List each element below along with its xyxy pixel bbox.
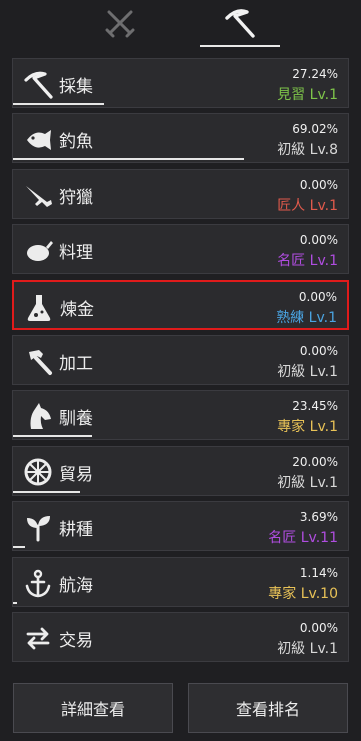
- skill-row[interactable]: 加工 0.00% 初級 Lv.1: [12, 334, 349, 385]
- skill-name: 採集: [59, 77, 93, 97]
- skill-progress-bar: [13, 435, 92, 438]
- skill-progress-percent: 0.00%: [299, 343, 338, 358]
- skill-rank: 名匠: [268, 530, 297, 547]
- skill-name: 耕種: [59, 520, 93, 541]
- skill-progress-percent: 23.45%: [292, 399, 338, 414]
- crossed-swords-icon: [103, 6, 137, 44]
- exchange-arrows-icon: [21, 621, 55, 655]
- skill-rank-level: 專家 Lv.10: [268, 583, 338, 603]
- rifle-icon: [21, 178, 55, 212]
- skill-progress-bar: [13, 546, 26, 549]
- flask-icon: [22, 290, 56, 324]
- skill-row[interactable]: 耕種 3.69% 名匠 Lv.11: [12, 501, 349, 552]
- skill-name: 交易: [59, 630, 93, 651]
- pickaxe-icon: [223, 6, 257, 44]
- top-tab-bar: [0, 0, 361, 50]
- skill-level: Lv.8: [309, 142, 338, 159]
- skill-rank: 熟練: [276, 309, 305, 326]
- skill-rank: 匠人: [277, 197, 306, 214]
- skill-level: Lv.1: [309, 197, 338, 214]
- skill-rank-level: 專家 Lv.1: [277, 416, 338, 436]
- life-skill-list: 採集 27.24% 見習 Lv.1 釣魚 69.02% 初級 Lv.8 狩獵 0.00% 匠人 …: [12, 58, 349, 667]
- skill-name: 馴養: [59, 409, 93, 430]
- skill-progress-bar: [13, 103, 105, 105]
- skill-level: Lv.1: [309, 474, 338, 491]
- skill-row[interactable]: 煉金 0.00% 熟練 Lv.1: [12, 279, 349, 330]
- skill-level: Lv.11: [300, 530, 338, 547]
- skill-row[interactable]: 馴養 23.45% 專家 Lv.1: [12, 390, 349, 441]
- skill-name: 貿易: [59, 464, 93, 485]
- skill-level: Lv.1: [308, 309, 337, 326]
- skill-row[interactable]: 釣魚 69.02% 初級 Lv.8: [12, 113, 349, 164]
- tab-combat[interactable]: [72, 0, 168, 50]
- skill-progress-percent: 1.14%: [299, 565, 338, 580]
- skill-level: Lv.1: [309, 419, 338, 436]
- skill-rank-level: 名匠 Lv.1: [277, 250, 338, 270]
- skill-progress-bar: [13, 490, 80, 493]
- skill-level: Lv.1: [309, 87, 338, 103]
- view-details-button[interactable]: 詳細查看: [13, 683, 173, 733]
- skill-rank-level: 見習 Lv.1: [277, 84, 338, 104]
- tab-life-skills[interactable]: [200, 0, 280, 50]
- skill-row[interactable]: 貿易 20.00% 初級 Lv.1: [12, 445, 349, 496]
- wheel-icon: [21, 455, 55, 489]
- skill-name: 狩獵: [59, 187, 93, 208]
- skill-rank: 專家: [268, 585, 297, 602]
- skill-progress-percent: 69.02%: [292, 122, 338, 137]
- roast-chicken-icon: [21, 233, 55, 267]
- horse-head-icon: [21, 399, 55, 433]
- skill-row[interactable]: 採集 27.24% 見習 Lv.1: [12, 58, 349, 108]
- skill-progress-percent: 27.24%: [292, 67, 338, 81]
- skill-rank: 專家: [277, 419, 306, 436]
- active-tab-underline: [200, 45, 280, 47]
- skill-progress-percent: 3.69%: [299, 510, 338, 525]
- skill-progress-bar: [13, 601, 17, 604]
- skill-level: Lv.1: [309, 253, 338, 270]
- skill-rank: 名匠: [277, 253, 306, 270]
- skill-name: 料理: [59, 243, 93, 264]
- skill-rank: 初級: [277, 474, 306, 491]
- skill-name: 加工: [59, 353, 93, 374]
- skill-rank-level: 名匠 Lv.11: [268, 527, 338, 547]
- skill-level: Lv.10: [300, 585, 338, 602]
- skill-level: Lv.1: [309, 640, 338, 657]
- skill-progress-percent: 0.00%: [299, 177, 338, 192]
- hammer-icon: [21, 344, 55, 378]
- skill-rank: 見習: [277, 87, 306, 103]
- skill-rank: 初級: [277, 142, 306, 159]
- skill-name: 航海: [59, 575, 93, 596]
- skill-rank-level: 初級 Lv.1: [277, 472, 338, 492]
- anchor-icon: [21, 566, 55, 600]
- skill-name: 煉金: [60, 299, 94, 320]
- skill-progress-bar: [13, 158, 245, 161]
- pickaxe-icon: [21, 67, 55, 101]
- skill-row[interactable]: 航海 1.14% 專家 Lv.10: [12, 556, 349, 607]
- skill-progress-percent: 0.00%: [299, 620, 338, 635]
- skill-progress-percent: 0.00%: [299, 233, 338, 248]
- skill-level: Lv.1: [309, 363, 338, 380]
- skill-row[interactable]: 交易 0.00% 初級 Lv.1: [12, 611, 349, 662]
- skill-rank-level: 熟練 Lv.1: [276, 307, 337, 327]
- skill-name: 釣魚: [59, 132, 93, 153]
- skill-rank-level: 初級 Lv.1: [277, 638, 338, 658]
- skill-progress-percent: 0.00%: [298, 289, 337, 304]
- view-ranking-button[interactable]: 查看排名: [188, 683, 348, 733]
- skill-rank-level: 匠人 Lv.1: [277, 195, 338, 215]
- skill-progress-percent: 20.00%: [292, 454, 338, 469]
- skill-rank: 初級: [277, 363, 306, 380]
- skill-rank-level: 初級 Lv.8: [277, 139, 338, 159]
- sprout-icon: [21, 510, 55, 544]
- skill-rank: 初級: [277, 640, 306, 657]
- skill-row[interactable]: 狩獵 0.00% 匠人 Lv.1: [12, 168, 349, 219]
- skill-row[interactable]: 料理 0.00% 名匠 Lv.1: [12, 224, 349, 275]
- fish-icon: [21, 122, 55, 156]
- skill-rank-level: 初級 Lv.1: [277, 361, 338, 381]
